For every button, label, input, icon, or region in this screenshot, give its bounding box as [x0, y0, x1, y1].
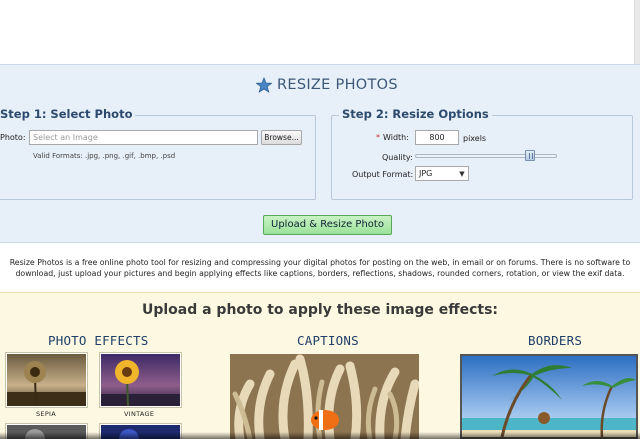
description: Resize Photos is a free online photo too… [0, 257, 640, 279]
description-line: download, just upload your pictures and … [15, 269, 625, 278]
step1-legend: Step 1: Select Photo [0, 107, 136, 121]
output-format-value: JPG [419, 169, 433, 178]
browse-button[interactable]: Browse... [261, 130, 302, 145]
quality-slider[interactable] [415, 154, 557, 158]
captions-title[interactable]: CAPTIONS [297, 333, 359, 348]
sepia-thumbnail[interactable] [5, 352, 88, 408]
vintage-thumbnail[interactable] [99, 352, 182, 408]
width-unit: pixels [463, 134, 487, 143]
sepia-label: SEPIA [36, 410, 57, 418]
top-blank-area [0, 0, 640, 64]
page-title: RESIZE PHOTOS [256, 76, 398, 94]
step2-legend: Step 2: Resize Options [339, 107, 492, 121]
page: RESIZE PHOTOS Step 1: Select Photo Photo… [0, 0, 640, 439]
upload-resize-button[interactable]: Upload & Resize Photo [263, 215, 392, 235]
anemone-clownfish-image [230, 354, 419, 439]
valid-formats-text: Valid Formats: .jpg, .png, .gif, .bmp, .… [33, 152, 176, 160]
captions-example-image[interactable] [230, 354, 419, 439]
scrollbar[interactable] [634, 0, 640, 64]
output-format-select[interactable]: JPG ▼ [415, 166, 469, 181]
bottom-shadow [0, 432, 640, 439]
beach-palm-image [462, 356, 636, 437]
width-label: * Width: [376, 133, 409, 142]
vintage-label: VINTAGE [124, 410, 155, 418]
description-line: Resize Photos is a free online photo too… [9, 258, 631, 267]
quality-slider-handle[interactable] [525, 150, 535, 161]
photo-label: Photo: [0, 133, 26, 142]
vintage-sunflower-image [101, 354, 180, 406]
photo-effects-title[interactable]: PHOTO EFFECTS [48, 333, 148, 348]
borders-example-image[interactable] [460, 354, 638, 439]
sepia-sunflower-image [7, 354, 86, 406]
page-title-text: RESIZE PHOTOS [277, 77, 398, 93]
chevron-down-icon: ▼ [459, 170, 465, 178]
borders-title[interactable]: BORDERS [528, 333, 582, 348]
output-format-label: Output Format: [352, 170, 414, 179]
star-icon [256, 77, 272, 93]
width-input[interactable]: 800 [415, 130, 459, 145]
quality-label: Quality: [382, 153, 413, 162]
photo-file-input[interactable]: Select an Image [29, 130, 258, 145]
required-marker: * [376, 133, 380, 142]
effects-heading: Upload a photo to apply these image effe… [141, 302, 499, 318]
width-label-text: Width: [383, 133, 409, 142]
